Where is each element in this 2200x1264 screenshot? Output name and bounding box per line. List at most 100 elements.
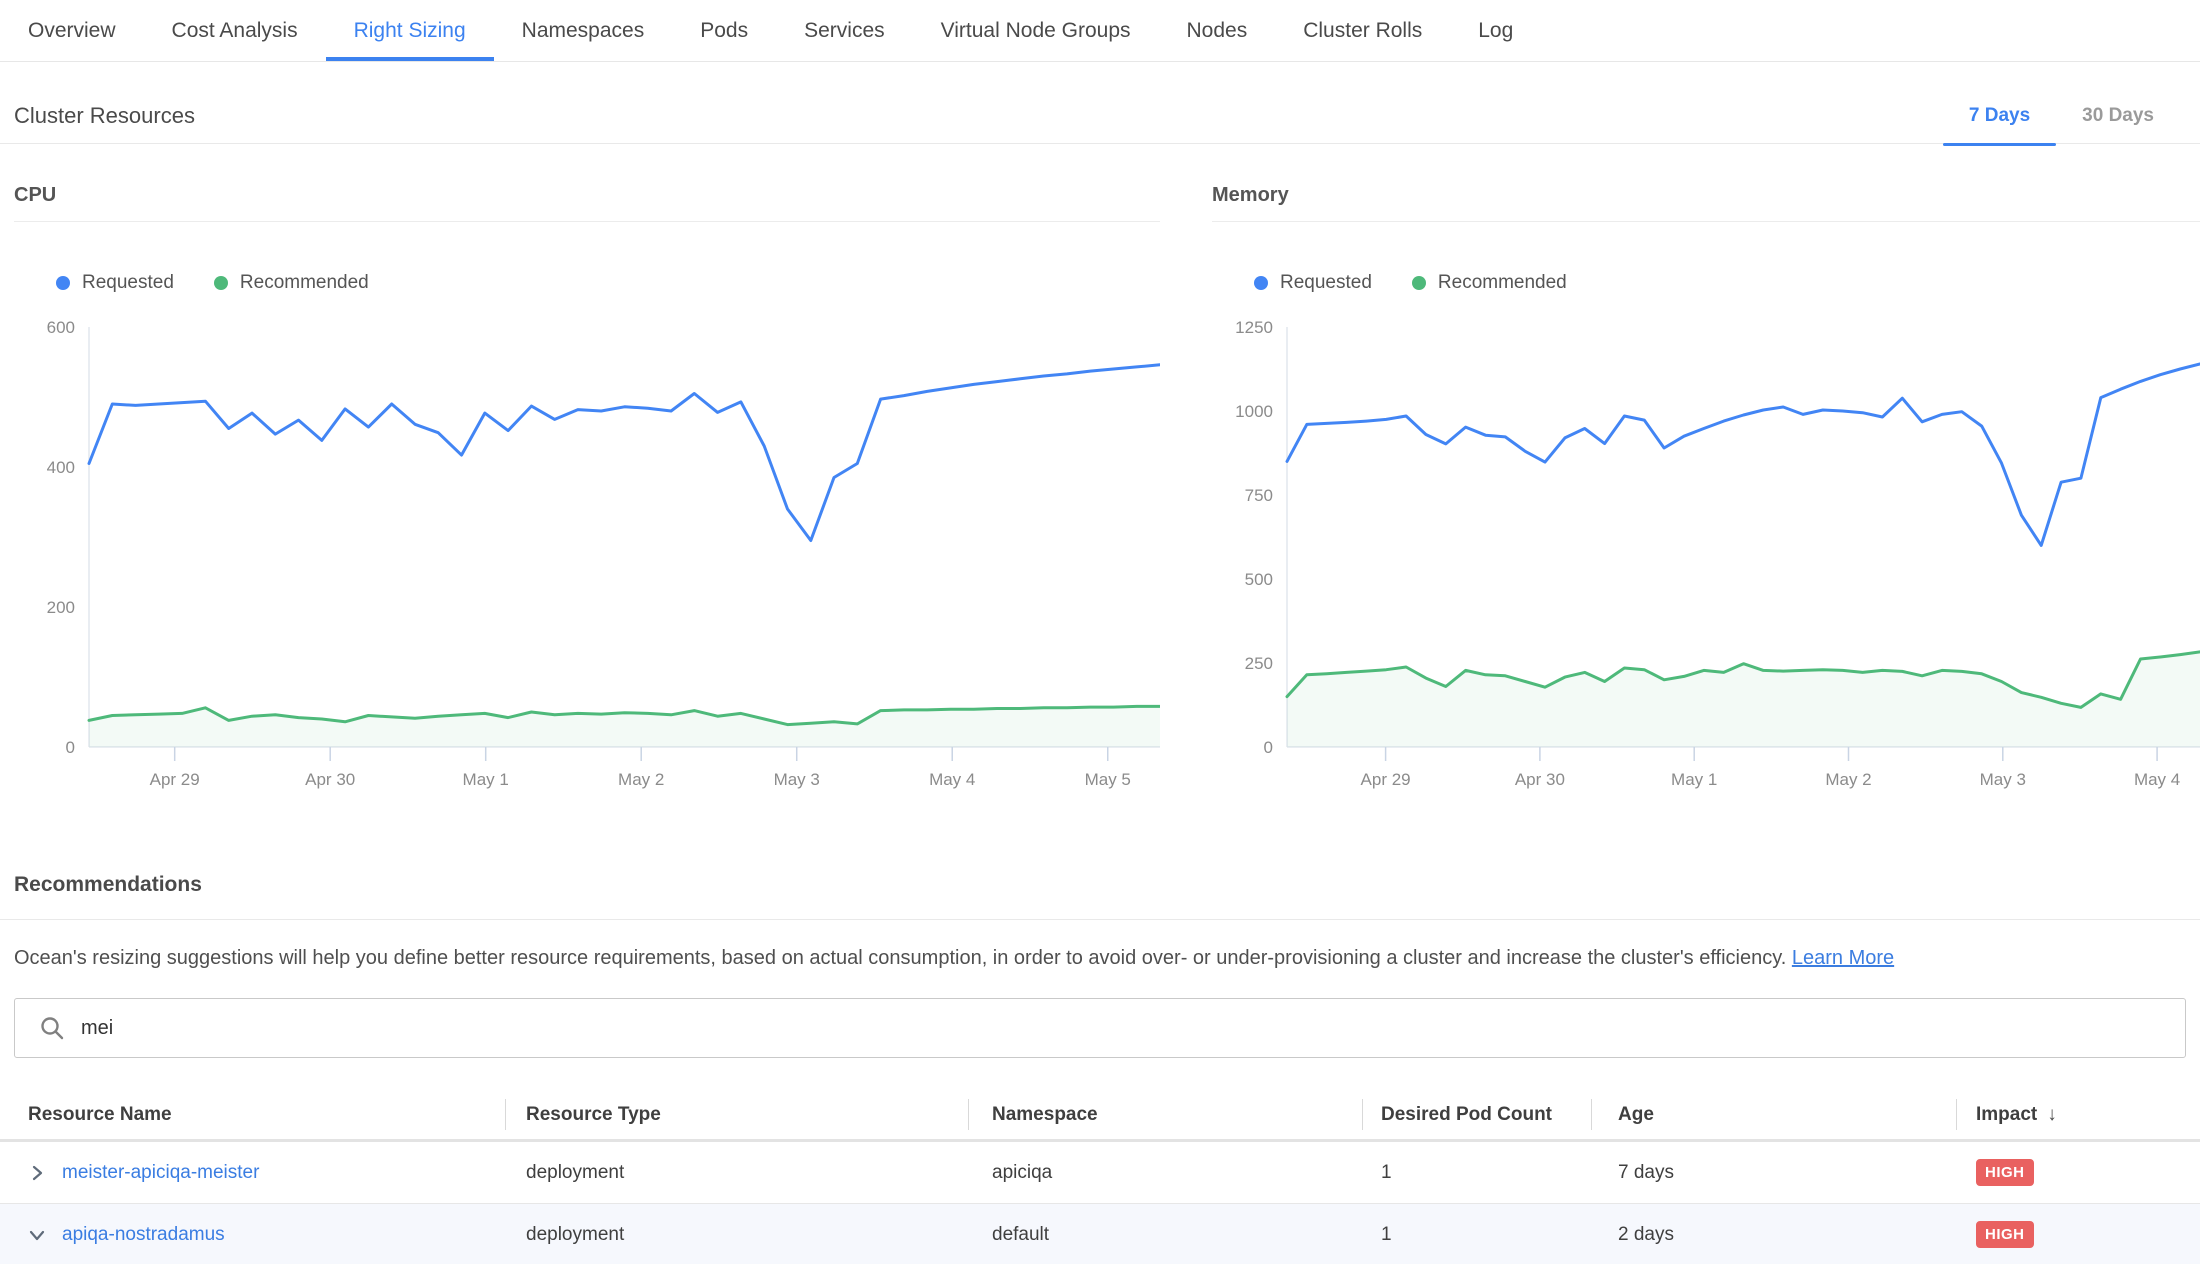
impact-cell: HIGH [1956,1221,2200,1248]
impact-cell: HIGH [1956,1159,2200,1186]
top-nav: Overview Cost Analysis Right Sizing Name… [0,0,2200,62]
table-row[interactable]: meister-apiciqa-meister deployment apici… [0,1142,2200,1204]
memory-chart-title: Memory [1212,184,2200,222]
table-row[interactable]: apiqa-nostradamus deployment default 1 2… [0,1204,2200,1264]
column-header-impact[interactable]: Impact ↓ [1956,1090,2200,1139]
svg-text:Apr 30: Apr 30 [305,770,355,789]
column-label: Impact [1976,1104,2037,1126]
svg-text:1000: 1000 [1235,402,1273,421]
cluster-resources-header: Cluster Resources 7 Days 30 Days [0,88,2200,144]
column-label: Resource Name [28,1104,172,1126]
sort-descending-icon[interactable]: ↓ [2047,1104,2057,1126]
pod-count-cell: 1 [1362,1224,1591,1246]
range-tab-7-days[interactable]: 7 Days [1943,88,2056,144]
tab-nodes[interactable]: Nodes [1159,0,1276,61]
search-icon [39,1015,65,1041]
legend-label-requested: Requested [1280,272,1372,294]
chevron-right-icon[interactable] [28,1164,46,1182]
svg-text:0: 0 [66,738,75,757]
cpu-chart-title: CPU [14,184,1160,222]
resource-name-cell: meister-apiciqa-meister [0,1162,505,1184]
svg-text:Apr 29: Apr 29 [1361,770,1411,789]
column-label: Desired Pod Count [1381,1104,1552,1126]
memory-chart: 0 250 500 750 1000 1250 Apr 29 Apr 30 May 1 May 2… [1212,312,2200,797]
tab-namespaces[interactable]: Namespaces [494,0,673,61]
tab-log[interactable]: Log [1450,0,1541,61]
recommendations-table: Resource Name Resource Type Namespace De… [0,1090,2200,1264]
legend-item-requested[interactable]: Requested [56,272,174,294]
tab-pods[interactable]: Pods [672,0,776,61]
tab-right-sizing[interactable]: Right Sizing [326,0,494,61]
svg-text:250: 250 [1245,654,1273,673]
time-range-tabs: 7 Days 30 Days [1943,88,2180,144]
svg-text:May 5: May 5 [1085,770,1131,789]
namespace-cell: default [968,1224,1362,1246]
svg-text:May 2: May 2 [618,770,664,789]
svg-text:Apr 29: Apr 29 [150,770,200,789]
pod-count-cell: 1 [1362,1162,1591,1184]
column-label: Namespace [992,1104,1098,1126]
svg-text:May 2: May 2 [1825,770,1871,789]
svg-text:1250: 1250 [1235,318,1273,337]
age-cell: 7 days [1591,1162,1956,1184]
impact-badge: HIGH [1976,1159,2034,1186]
tab-virtual-node-groups[interactable]: Virtual Node Groups [913,0,1159,61]
requested-legend-dot-icon [56,276,70,290]
svg-text:May 3: May 3 [774,770,820,789]
tab-cluster-rolls[interactable]: Cluster Rolls [1275,0,1450,61]
resource-name-cell: apiqa-nostradamus [0,1224,505,1246]
impact-badge: HIGH [1976,1221,2034,1248]
charts-row: CPU Requested Recommended 0 200 400 600 Apr … [0,184,2200,797]
recommendations-divider [0,919,2200,920]
age-cell: 2 days [1591,1224,1956,1246]
legend-item-recommended[interactable]: Recommended [214,272,369,294]
tab-overview[interactable]: Overview [0,0,144,61]
column-header-desired-pod-count[interactable]: Desired Pod Count [1362,1090,1591,1139]
memory-chart-panel: Memory Requested Recommended 0 250 500 750 1… [1212,184,2200,797]
svg-text:May 4: May 4 [929,770,975,789]
recommended-legend-dot-icon [214,276,228,290]
svg-text:May 1: May 1 [1671,770,1717,789]
svg-text:Apr 30: Apr 30 [1515,770,1565,789]
cpu-chart: 0 200 400 600 Apr 29 Apr 30 May 1 May 2 May 3 May… [14,312,1160,797]
tab-services[interactable]: Services [776,0,913,61]
svg-text:200: 200 [47,598,75,617]
recommended-legend-dot-icon [1412,276,1426,290]
svg-text:May 3: May 3 [1980,770,2026,789]
resource-name-link[interactable]: apiqa-nostradamus [62,1224,225,1246]
column-header-namespace[interactable]: Namespace [968,1090,1362,1139]
resource-type-cell: deployment [505,1224,968,1246]
recommendations-title: Recommendations [14,873,2186,897]
search-input[interactable] [81,1017,2185,1040]
svg-text:400: 400 [47,458,75,477]
search-box [14,998,2186,1058]
column-label: Resource Type [526,1104,661,1126]
svg-text:600: 600 [47,318,75,337]
recommendations-description-text: Ocean's resizing suggestions will help y… [14,947,1786,969]
column-header-age[interactable]: Age [1591,1090,1956,1139]
table-header-row: Resource Name Resource Type Namespace De… [0,1090,2200,1142]
svg-text:May 4: May 4 [2134,770,2180,789]
namespace-cell: apiciqa [968,1162,1362,1184]
section-title: Cluster Resources [14,103,195,129]
legend-label-recommended: Recommended [1438,272,1567,294]
learn-more-link[interactable]: Learn More [1792,947,1894,969]
resource-type-cell: deployment [505,1162,968,1184]
column-header-resource-type[interactable]: Resource Type [505,1090,968,1139]
tab-cost-analysis[interactable]: Cost Analysis [144,0,326,61]
chevron-down-icon[interactable] [28,1226,46,1244]
svg-text:May 1: May 1 [463,770,509,789]
svg-text:500: 500 [1245,570,1273,589]
legend-label-requested: Requested [82,272,174,294]
range-tab-30-days[interactable]: 30 Days [2056,88,2180,144]
recommendations-description: Ocean's resizing suggestions will help y… [14,944,2186,972]
svg-text:0: 0 [1264,738,1273,757]
column-header-resource-name[interactable]: Resource Name [0,1090,505,1139]
column-label: Age [1618,1104,1654,1126]
legend-item-requested[interactable]: Requested [1254,272,1372,294]
resource-name-link[interactable]: meister-apiciqa-meister [62,1162,259,1184]
legend-item-recommended[interactable]: Recommended [1412,272,1567,294]
svg-text:750: 750 [1245,486,1273,505]
memory-chart-legend: Requested Recommended [1254,272,2200,294]
cpu-chart-panel: CPU Requested Recommended 0 200 400 600 Apr … [14,184,1160,797]
